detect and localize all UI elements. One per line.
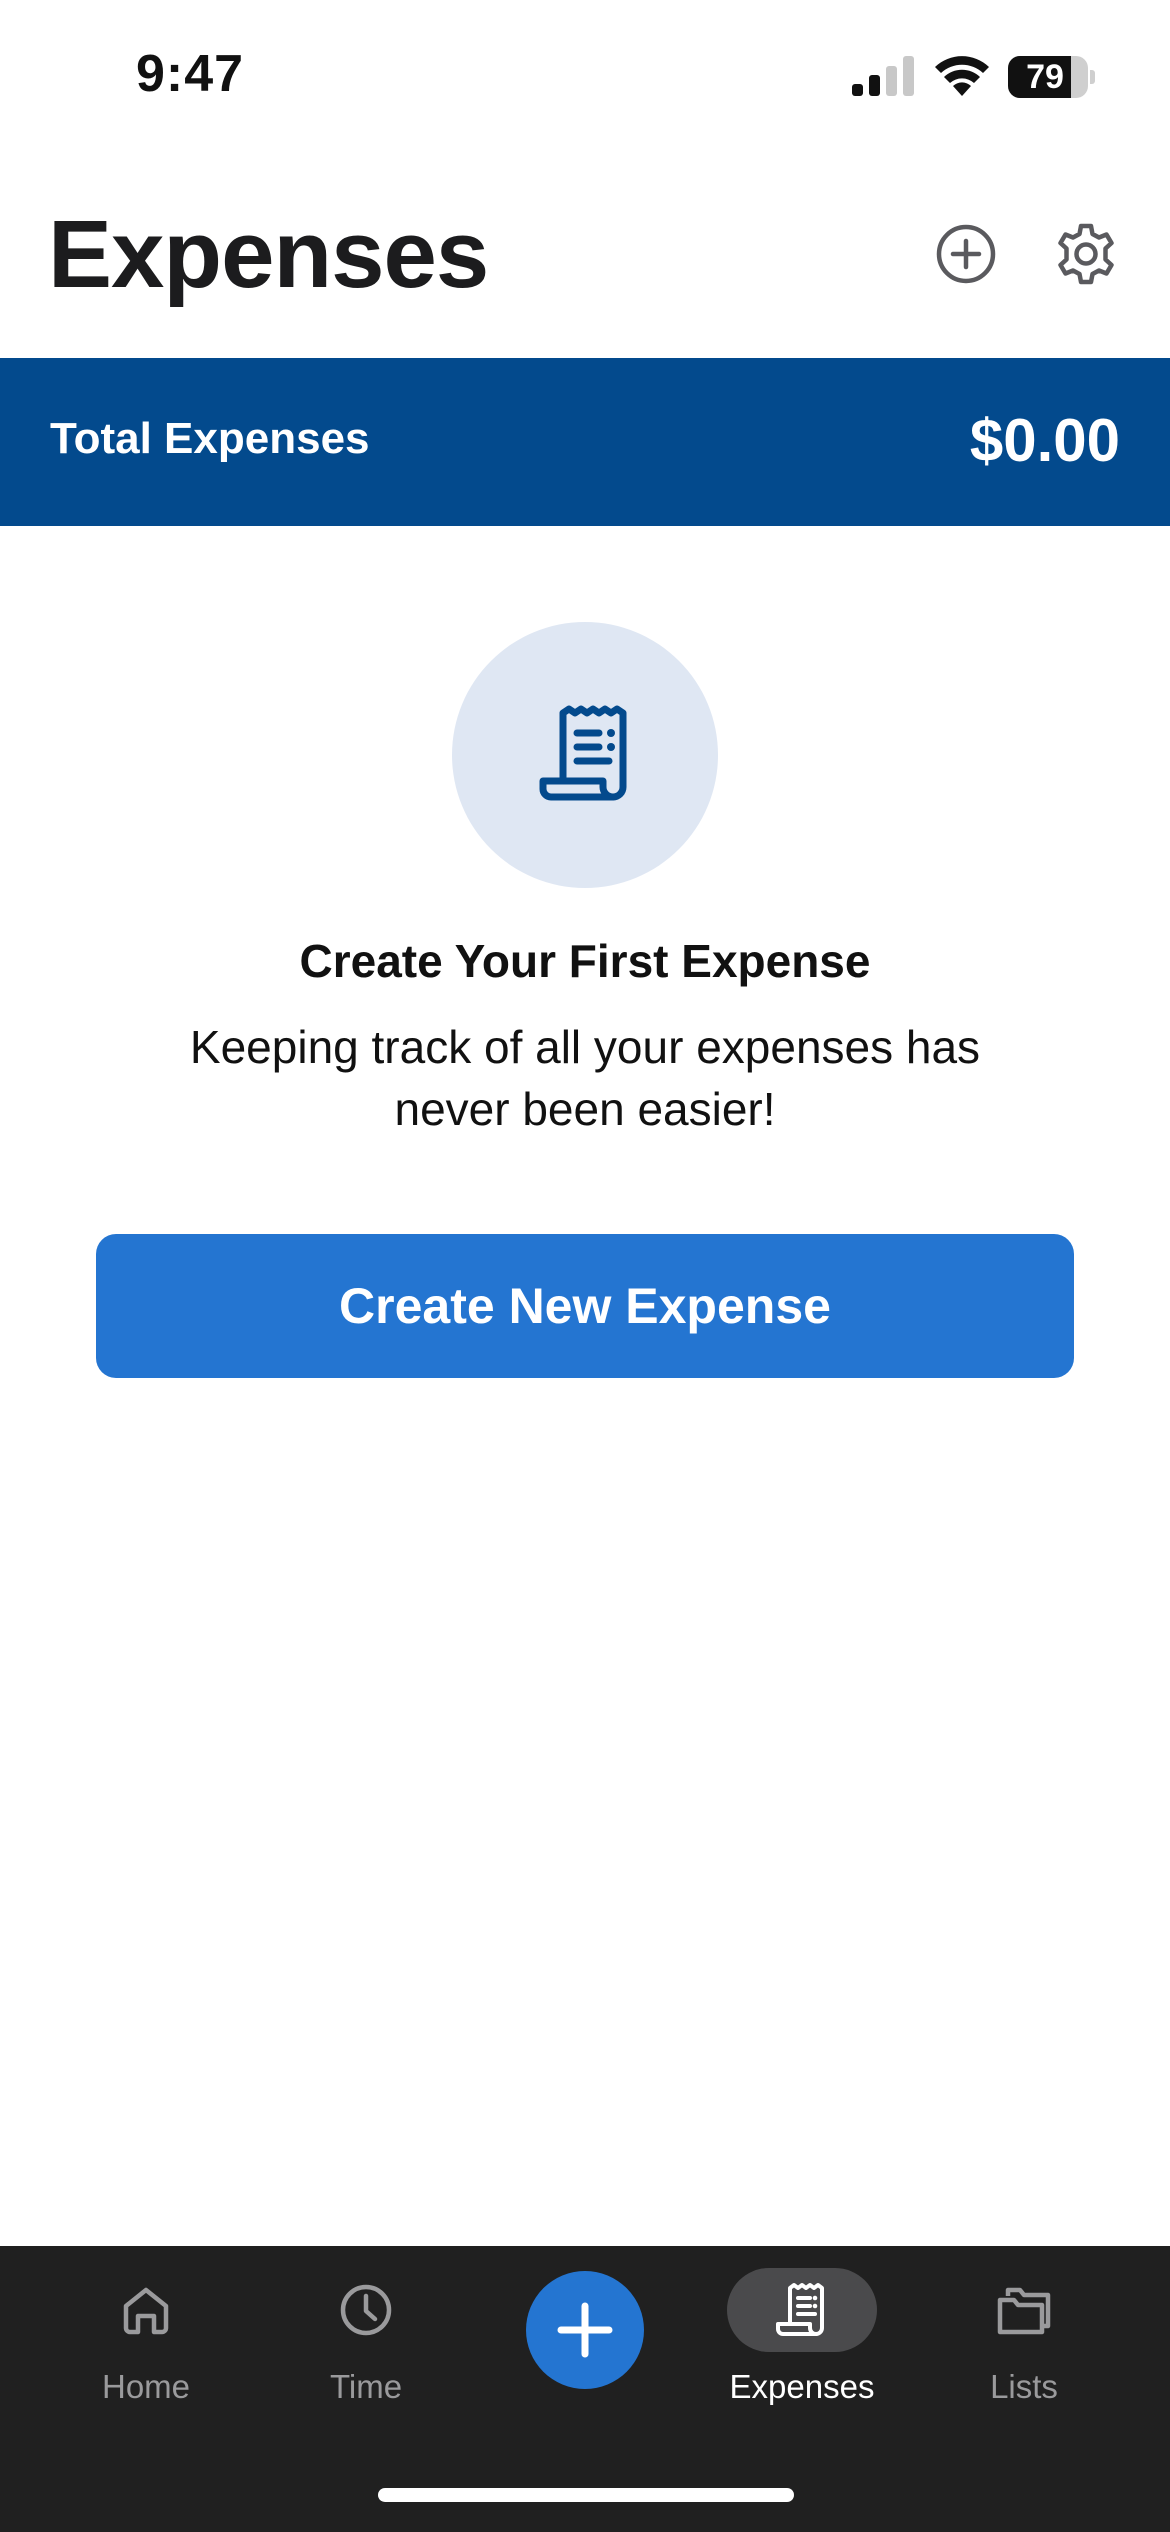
wifi-icon <box>935 56 989 96</box>
battery-level: 79 <box>1026 58 1064 96</box>
tab-home[interactable]: Home <box>46 2268 246 2418</box>
total-expenses-amount: $0.00 <box>969 407 1120 474</box>
center-add-button[interactable] <box>526 2271 644 2389</box>
add-expense-button[interactable] <box>930 218 1002 290</box>
house-icon <box>123 2287 169 2335</box>
tab-home-icon-wrap <box>71 2268 221 2352</box>
battery-body: 79 <box>1008 56 1088 98</box>
status-time: 9:47 <box>136 45 245 103</box>
tab-lists-icon-wrap <box>949 2268 1099 2352</box>
header: Expenses <box>0 180 1170 320</box>
plus-icon <box>557 2302 613 2358</box>
gear-icon <box>1058 223 1114 285</box>
receipt-icon <box>776 2283 824 2336</box>
settings-button[interactable] <box>1050 218 1122 290</box>
tab-time-label: Time <box>329 2368 403 2405</box>
total-expenses-label: Total Expenses <box>50 414 370 463</box>
create-new-expense-button[interactable]: Create New Expense <box>96 1234 1074 1378</box>
empty-state-title: Create Your First Expense <box>299 935 871 987</box>
total-expenses-banner: Total Expenses $0.00 <box>0 358 1170 526</box>
receipt-icon <box>539 705 627 801</box>
tab-time[interactable]: Time <box>266 2268 466 2418</box>
page-title: Expenses <box>48 201 489 308</box>
battery-indicator: 79 <box>1008 56 1095 98</box>
expenses-screen: 9:47 79 Expenses Total Expenses $0.00 Cr… <box>0 0 1170 2532</box>
cellular-signal-icon <box>852 56 914 96</box>
tab-lists[interactable]: Lists <box>924 2268 1124 2418</box>
clock-icon <box>340 2284 392 2336</box>
empty-state-subtitle: Keeping track of all your expenses has n… <box>189 1021 981 1135</box>
tab-expenses-label: Expenses <box>729 2368 875 2405</box>
tab-time-icon-wrap <box>291 2268 441 2352</box>
status-bar: 9:47 79 <box>0 0 1170 150</box>
folder-icon <box>997 2287 1051 2335</box>
tab-expenses-icon-wrap <box>727 2268 877 2352</box>
home-indicator <box>378 2488 794 2502</box>
tab-lists-label: Lists <box>990 2368 1058 2405</box>
empty-state-illustration <box>452 622 718 888</box>
tab-home-label: Home <box>101 2368 191 2405</box>
plus-circle-icon <box>936 224 996 284</box>
battery-cap <box>1090 70 1095 84</box>
tab-expenses[interactable]: Expenses <box>702 2268 902 2418</box>
